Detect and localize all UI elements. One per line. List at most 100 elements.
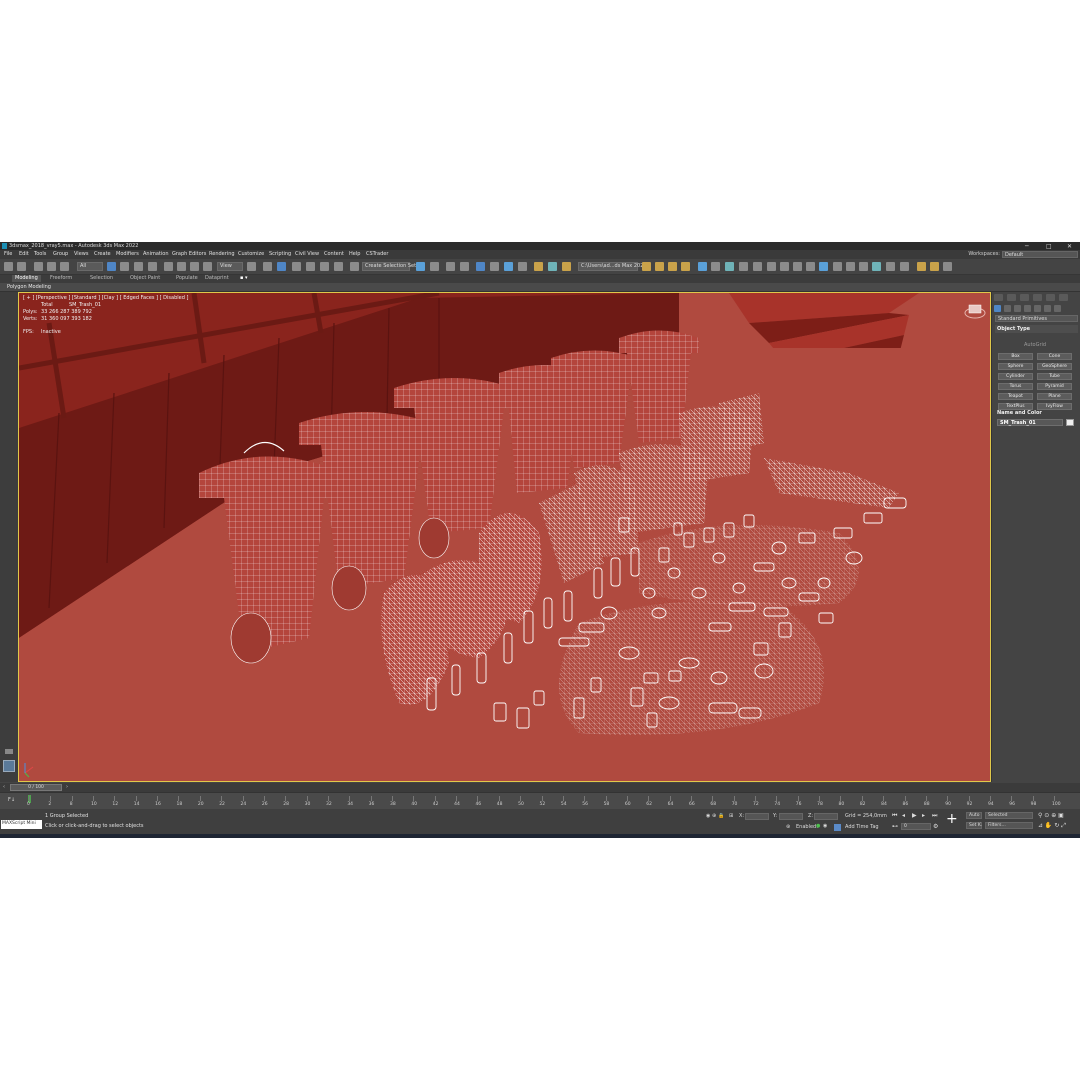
window-crossing-icon[interactable] bbox=[148, 262, 157, 271]
align-icon[interactable] bbox=[430, 262, 439, 271]
scale-icon[interactable] bbox=[190, 262, 199, 271]
plugin-icon[interactable] bbox=[930, 262, 939, 271]
object-type-rollout[interactable]: Object Type bbox=[995, 325, 1078, 333]
key-filters-button[interactable]: Filters... bbox=[985, 822, 1033, 829]
menu-help[interactable]: Help bbox=[349, 252, 360, 257]
enabled-indicator-icon[interactable]: ● bbox=[816, 824, 820, 829]
script-icon[interactable] bbox=[917, 262, 926, 271]
ribbon-options-icon[interactable]: ▪ ▾ bbox=[240, 276, 248, 281]
create-tab-icon[interactable] bbox=[994, 294, 1003, 301]
maxscript-listener[interactable]: MAXScript Mini bbox=[1, 820, 42, 829]
menu-graph-editors[interactable]: Graph Editors bbox=[172, 252, 206, 257]
percent-snap-icon[interactable] bbox=[320, 262, 329, 271]
reference-coordinate-dropdown[interactable]: View bbox=[217, 262, 243, 271]
next-key-icon[interactable]: ▸ bbox=[922, 813, 925, 819]
link-icon[interactable] bbox=[34, 262, 43, 271]
rendered-frame-window-icon[interactable] bbox=[548, 262, 557, 271]
menu-create[interactable]: Create bbox=[94, 252, 111, 257]
open-folder-icon[interactable] bbox=[642, 262, 651, 271]
named-selection-dropdown[interactable]: Create Selection Set bbox=[362, 262, 416, 271]
placement-icon[interactable] bbox=[203, 262, 212, 271]
vray-decal-icon[interactable] bbox=[872, 262, 881, 271]
space-warps-icon[interactable] bbox=[1044, 305, 1051, 312]
vray-plane-icon[interactable] bbox=[806, 262, 815, 271]
time-slider-thumb[interactable]: 0 / 100 bbox=[10, 784, 62, 791]
workspaces-dropdown[interactable]: Default bbox=[1002, 251, 1078, 258]
x-coord-field[interactable] bbox=[745, 813, 769, 820]
angle-snap-icon[interactable] bbox=[306, 262, 315, 271]
cone-button[interactable]: Cone bbox=[1037, 353, 1072, 360]
curve-editor-icon[interactable] bbox=[490, 262, 499, 271]
shapes-icon[interactable] bbox=[1004, 305, 1011, 312]
torus-button[interactable]: Torus bbox=[998, 383, 1033, 390]
tab-object-paint[interactable]: Object Paint bbox=[130, 276, 160, 281]
unlink-icon[interactable] bbox=[47, 262, 56, 271]
menu-rendering[interactable]: Rendering bbox=[209, 252, 235, 257]
pyramid-button[interactable]: Pyramid bbox=[1037, 383, 1072, 390]
add-time-tag[interactable]: Add Time Tag bbox=[845, 825, 879, 830]
cameras-icon[interactable] bbox=[1024, 305, 1031, 312]
key-filter-dropdown[interactable]: Selected bbox=[985, 812, 1033, 819]
menu-civil-view[interactable]: Civil View bbox=[295, 252, 319, 257]
scene-explorer-icon[interactable] bbox=[446, 262, 455, 271]
tab-selection[interactable]: Selection bbox=[90, 276, 113, 281]
track-bar-toggle-icon[interactable]: F↓ bbox=[8, 797, 15, 803]
auto-key-button[interactable]: Auto bbox=[966, 812, 982, 819]
plane-button[interactable]: Plane bbox=[1037, 393, 1072, 400]
perspective-viewport[interactable]: [ + ] [Perspective ] [Standard ] [Clay ]… bbox=[18, 292, 991, 782]
modify-tab-icon[interactable] bbox=[1007, 294, 1016, 301]
vray-camera-icon[interactable] bbox=[833, 262, 842, 271]
selection-region-icon[interactable] bbox=[134, 262, 143, 271]
vray-fur-icon[interactable] bbox=[793, 262, 802, 271]
keyboard-shortcut-override-icon[interactable] bbox=[277, 262, 286, 271]
rotate-icon[interactable] bbox=[177, 262, 186, 271]
autogrid-checkbox[interactable]: AutoGrid bbox=[1024, 343, 1046, 348]
vray-scene-icon[interactable] bbox=[859, 262, 868, 271]
tab-dataprint[interactable]: Dataprint bbox=[205, 276, 229, 281]
lights-icon[interactable] bbox=[1014, 305, 1021, 312]
redo-icon[interactable] bbox=[17, 262, 26, 271]
adaptive-degradation-icon[interactable]: ⊛ bbox=[786, 825, 790, 830]
snaps-toggle-icon[interactable] bbox=[292, 262, 301, 271]
menu-edit[interactable]: Edit bbox=[19, 252, 29, 257]
previous-key-icon[interactable]: ◂ bbox=[902, 813, 905, 819]
time-slider[interactable]: ‹ 0 / 100 › bbox=[0, 783, 1080, 792]
enabled-toggle-icon[interactable]: ◉ bbox=[823, 824, 827, 829]
render-production-icon[interactable] bbox=[562, 262, 571, 271]
menu-content[interactable]: Content bbox=[324, 252, 344, 257]
tab-modeling[interactable]: Modeling bbox=[12, 275, 41, 282]
selection-filter-dropdown[interactable]: All bbox=[77, 262, 103, 271]
teapot-button[interactable]: Teapot bbox=[998, 393, 1033, 400]
vray-light-icon[interactable] bbox=[739, 262, 748, 271]
go-to-start-icon[interactable]: ⏮ bbox=[892, 813, 897, 819]
primitive-category-dropdown[interactable]: Standard Primitives bbox=[995, 315, 1078, 322]
lock-selection-icon[interactable]: 🔒 bbox=[718, 814, 724, 819]
bind-space-warp-icon[interactable] bbox=[60, 262, 69, 271]
play-icon[interactable]: ▶ bbox=[912, 813, 917, 819]
geosphere-button[interactable]: GeoSphere bbox=[1037, 363, 1072, 370]
menu-customize[interactable]: Customize bbox=[238, 252, 264, 257]
move-icon[interactable] bbox=[164, 262, 173, 271]
minimize-button[interactable]: ─ bbox=[1025, 243, 1029, 250]
sphere-button[interactable]: Sphere bbox=[998, 363, 1033, 370]
prev-frame-icon[interactable]: ‹ bbox=[3, 784, 5, 790]
tab-freeform[interactable]: Freeform bbox=[50, 276, 72, 281]
archive-icon[interactable] bbox=[681, 262, 690, 271]
object-color-swatch[interactable] bbox=[1066, 419, 1074, 426]
expand-layouts-icon[interactable] bbox=[5, 749, 13, 754]
viewport-label[interactable]: [ + ] [Perspective ] [Standard ] [Clay ]… bbox=[23, 296, 188, 301]
key-mode-icon[interactable]: ⊷ bbox=[892, 824, 898, 830]
menu-group[interactable]: Group bbox=[53, 252, 68, 257]
set-key-button[interactable]: Set K. bbox=[966, 822, 982, 829]
menu-cstrader[interactable]: CSTrader bbox=[366, 252, 388, 257]
systems-icon[interactable] bbox=[1054, 305, 1061, 312]
vray-frame-buffer-icon[interactable] bbox=[711, 262, 720, 271]
menu-tools[interactable]: Tools bbox=[34, 252, 46, 257]
select-object-icon[interactable] bbox=[107, 262, 116, 271]
project-path-dropdown[interactable]: C:\Users\ad...ds Max 202 bbox=[578, 262, 643, 271]
motion-tab-icon[interactable] bbox=[1033, 294, 1042, 301]
viewport-layout-icon[interactable] bbox=[3, 760, 15, 772]
material-editor-icon[interactable] bbox=[518, 262, 527, 271]
vray-icon[interactable] bbox=[698, 262, 707, 271]
pan-orbit-icon[interactable]: ⊿ ✋ ↻ ⤢ bbox=[1038, 823, 1066, 829]
